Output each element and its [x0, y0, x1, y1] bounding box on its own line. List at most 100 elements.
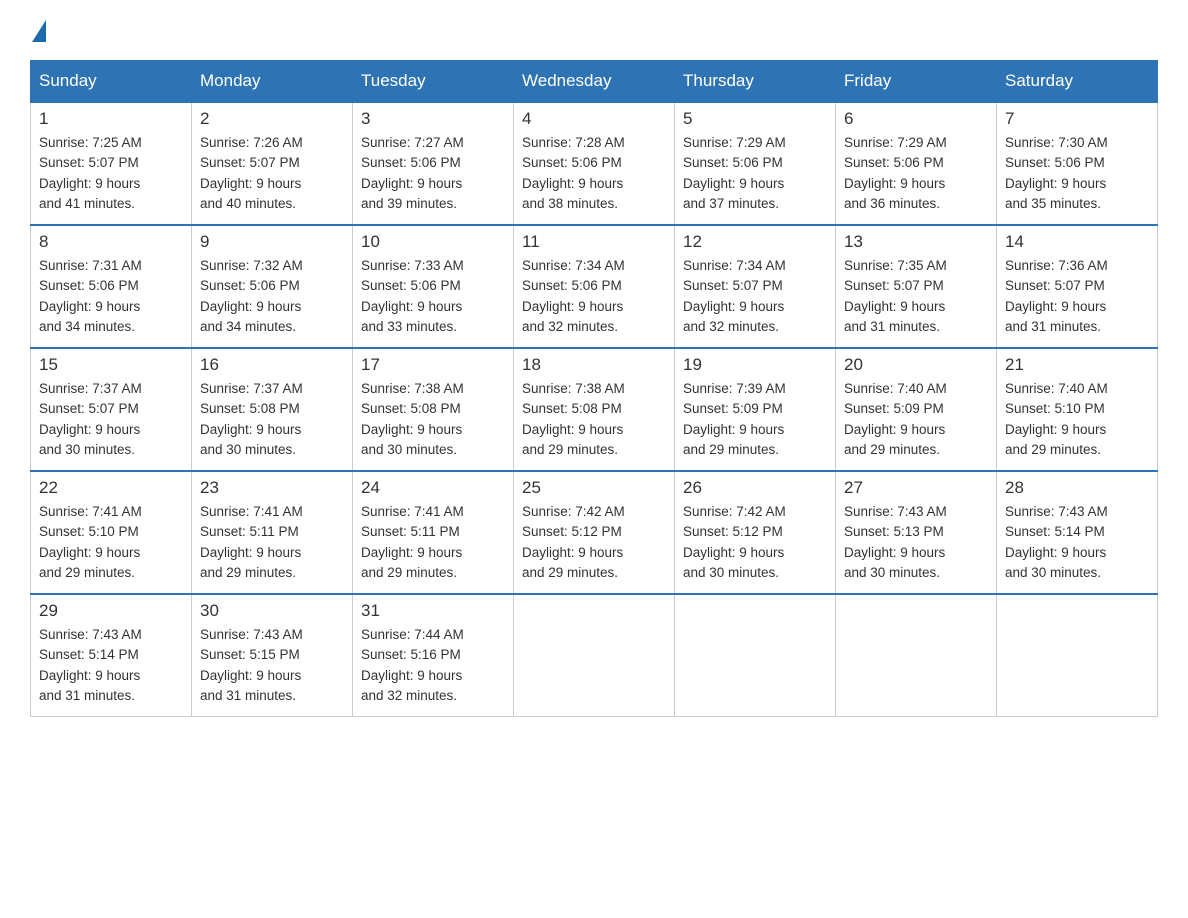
- day-info: Sunrise: 7:30 AM Sunset: 5:06 PM Dayligh…: [1005, 133, 1149, 214]
- day-number: 17: [361, 355, 505, 375]
- calendar-cell: 25 Sunrise: 7:42 AM Sunset: 5:12 PM Dayl…: [514, 471, 675, 594]
- day-info: Sunrise: 7:43 AM Sunset: 5:15 PM Dayligh…: [200, 625, 344, 706]
- day-info: Sunrise: 7:27 AM Sunset: 5:06 PM Dayligh…: [361, 133, 505, 214]
- day-number: 28: [1005, 478, 1149, 498]
- day-info: Sunrise: 7:26 AM Sunset: 5:07 PM Dayligh…: [200, 133, 344, 214]
- calendar-cell: 23 Sunrise: 7:41 AM Sunset: 5:11 PM Dayl…: [192, 471, 353, 594]
- day-number: 19: [683, 355, 827, 375]
- day-of-week-header: Tuesday: [353, 61, 514, 103]
- day-of-week-header: Friday: [836, 61, 997, 103]
- day-number: 13: [844, 232, 988, 252]
- day-number: 29: [39, 601, 183, 621]
- day-number: 15: [39, 355, 183, 375]
- calendar-cell: 21 Sunrise: 7:40 AM Sunset: 5:10 PM Dayl…: [997, 348, 1158, 471]
- day-number: 11: [522, 232, 666, 252]
- calendar-cell: 8 Sunrise: 7:31 AM Sunset: 5:06 PM Dayli…: [31, 225, 192, 348]
- day-number: 14: [1005, 232, 1149, 252]
- calendar-cell: 14 Sunrise: 7:36 AM Sunset: 5:07 PM Dayl…: [997, 225, 1158, 348]
- day-number: 8: [39, 232, 183, 252]
- calendar-cell: 6 Sunrise: 7:29 AM Sunset: 5:06 PM Dayli…: [836, 102, 997, 225]
- day-info: Sunrise: 7:28 AM Sunset: 5:06 PM Dayligh…: [522, 133, 666, 214]
- day-info: Sunrise: 7:25 AM Sunset: 5:07 PM Dayligh…: [39, 133, 183, 214]
- day-info: Sunrise: 7:38 AM Sunset: 5:08 PM Dayligh…: [361, 379, 505, 460]
- day-number: 21: [1005, 355, 1149, 375]
- calendar-week-row: 15 Sunrise: 7:37 AM Sunset: 5:07 PM Dayl…: [31, 348, 1158, 471]
- calendar-cell: 2 Sunrise: 7:26 AM Sunset: 5:07 PM Dayli…: [192, 102, 353, 225]
- day-info: Sunrise: 7:43 AM Sunset: 5:13 PM Dayligh…: [844, 502, 988, 583]
- day-info: Sunrise: 7:38 AM Sunset: 5:08 PM Dayligh…: [522, 379, 666, 460]
- calendar-cell: 4 Sunrise: 7:28 AM Sunset: 5:06 PM Dayli…: [514, 102, 675, 225]
- day-number: 2: [200, 109, 344, 129]
- day-of-week-header: Saturday: [997, 61, 1158, 103]
- calendar-cell: 1 Sunrise: 7:25 AM Sunset: 5:07 PM Dayli…: [31, 102, 192, 225]
- day-number: 9: [200, 232, 344, 252]
- day-info: Sunrise: 7:41 AM Sunset: 5:11 PM Dayligh…: [361, 502, 505, 583]
- day-info: Sunrise: 7:32 AM Sunset: 5:06 PM Dayligh…: [200, 256, 344, 337]
- calendar-week-row: 29 Sunrise: 7:43 AM Sunset: 5:14 PM Dayl…: [31, 594, 1158, 717]
- day-number: 4: [522, 109, 666, 129]
- calendar-cell: 24 Sunrise: 7:41 AM Sunset: 5:11 PM Dayl…: [353, 471, 514, 594]
- day-info: Sunrise: 7:35 AM Sunset: 5:07 PM Dayligh…: [844, 256, 988, 337]
- day-info: Sunrise: 7:40 AM Sunset: 5:10 PM Dayligh…: [1005, 379, 1149, 460]
- day-number: 1: [39, 109, 183, 129]
- day-info: Sunrise: 7:44 AM Sunset: 5:16 PM Dayligh…: [361, 625, 505, 706]
- day-of-week-header: Wednesday: [514, 61, 675, 103]
- day-number: 18: [522, 355, 666, 375]
- calendar-cell: 31 Sunrise: 7:44 AM Sunset: 5:16 PM Dayl…: [353, 594, 514, 717]
- calendar-cell: 3 Sunrise: 7:27 AM Sunset: 5:06 PM Dayli…: [353, 102, 514, 225]
- calendar-cell: 16 Sunrise: 7:37 AM Sunset: 5:08 PM Dayl…: [192, 348, 353, 471]
- day-info: Sunrise: 7:33 AM Sunset: 5:06 PM Dayligh…: [361, 256, 505, 337]
- calendar-cell: 26 Sunrise: 7:42 AM Sunset: 5:12 PM Dayl…: [675, 471, 836, 594]
- calendar-cell: 30 Sunrise: 7:43 AM Sunset: 5:15 PM Dayl…: [192, 594, 353, 717]
- day-info: Sunrise: 7:34 AM Sunset: 5:07 PM Dayligh…: [683, 256, 827, 337]
- day-number: 22: [39, 478, 183, 498]
- day-number: 10: [361, 232, 505, 252]
- calendar-cell: 12 Sunrise: 7:34 AM Sunset: 5:07 PM Dayl…: [675, 225, 836, 348]
- day-info: Sunrise: 7:42 AM Sunset: 5:12 PM Dayligh…: [522, 502, 666, 583]
- day-info: Sunrise: 7:42 AM Sunset: 5:12 PM Dayligh…: [683, 502, 827, 583]
- day-info: Sunrise: 7:34 AM Sunset: 5:06 PM Dayligh…: [522, 256, 666, 337]
- calendar-cell: 7 Sunrise: 7:30 AM Sunset: 5:06 PM Dayli…: [997, 102, 1158, 225]
- day-of-week-header: Sunday: [31, 61, 192, 103]
- day-info: Sunrise: 7:36 AM Sunset: 5:07 PM Dayligh…: [1005, 256, 1149, 337]
- day-number: 6: [844, 109, 988, 129]
- day-info: Sunrise: 7:39 AM Sunset: 5:09 PM Dayligh…: [683, 379, 827, 460]
- calendar-cell: 10 Sunrise: 7:33 AM Sunset: 5:06 PM Dayl…: [353, 225, 514, 348]
- calendar-cell: 15 Sunrise: 7:37 AM Sunset: 5:07 PM Dayl…: [31, 348, 192, 471]
- calendar-cell: 20 Sunrise: 7:40 AM Sunset: 5:09 PM Dayl…: [836, 348, 997, 471]
- calendar-cell: 13 Sunrise: 7:35 AM Sunset: 5:07 PM Dayl…: [836, 225, 997, 348]
- day-number: 12: [683, 232, 827, 252]
- day-info: Sunrise: 7:37 AM Sunset: 5:08 PM Dayligh…: [200, 379, 344, 460]
- calendar-table: SundayMondayTuesdayWednesdayThursdayFrid…: [30, 60, 1158, 717]
- day-of-week-header: Monday: [192, 61, 353, 103]
- day-number: 5: [683, 109, 827, 129]
- day-number: 26: [683, 478, 827, 498]
- calendar-cell: 22 Sunrise: 7:41 AM Sunset: 5:10 PM Dayl…: [31, 471, 192, 594]
- day-number: 23: [200, 478, 344, 498]
- calendar-header: SundayMondayTuesdayWednesdayThursdayFrid…: [31, 61, 1158, 103]
- day-number: 3: [361, 109, 505, 129]
- day-info: Sunrise: 7:41 AM Sunset: 5:11 PM Dayligh…: [200, 502, 344, 583]
- calendar-cell: [514, 594, 675, 717]
- calendar-week-row: 8 Sunrise: 7:31 AM Sunset: 5:06 PM Dayli…: [31, 225, 1158, 348]
- calendar-cell: [675, 594, 836, 717]
- calendar-cell: 29 Sunrise: 7:43 AM Sunset: 5:14 PM Dayl…: [31, 594, 192, 717]
- day-info: Sunrise: 7:41 AM Sunset: 5:10 PM Dayligh…: [39, 502, 183, 583]
- day-info: Sunrise: 7:43 AM Sunset: 5:14 PM Dayligh…: [39, 625, 183, 706]
- calendar-body: 1 Sunrise: 7:25 AM Sunset: 5:07 PM Dayli…: [31, 102, 1158, 717]
- calendar-cell: 18 Sunrise: 7:38 AM Sunset: 5:08 PM Dayl…: [514, 348, 675, 471]
- day-number: 16: [200, 355, 344, 375]
- page-header: [30, 20, 1158, 40]
- day-info: Sunrise: 7:29 AM Sunset: 5:06 PM Dayligh…: [844, 133, 988, 214]
- calendar-cell: 27 Sunrise: 7:43 AM Sunset: 5:13 PM Dayl…: [836, 471, 997, 594]
- calendar-cell: 5 Sunrise: 7:29 AM Sunset: 5:06 PM Dayli…: [675, 102, 836, 225]
- day-number: 25: [522, 478, 666, 498]
- calendar-week-row: 1 Sunrise: 7:25 AM Sunset: 5:07 PM Dayli…: [31, 102, 1158, 225]
- day-info: Sunrise: 7:43 AM Sunset: 5:14 PM Dayligh…: [1005, 502, 1149, 583]
- day-info: Sunrise: 7:29 AM Sunset: 5:06 PM Dayligh…: [683, 133, 827, 214]
- calendar-cell: 19 Sunrise: 7:39 AM Sunset: 5:09 PM Dayl…: [675, 348, 836, 471]
- day-number: 31: [361, 601, 505, 621]
- day-info: Sunrise: 7:40 AM Sunset: 5:09 PM Dayligh…: [844, 379, 988, 460]
- calendar-cell: [997, 594, 1158, 717]
- calendar-cell: 28 Sunrise: 7:43 AM Sunset: 5:14 PM Dayl…: [997, 471, 1158, 594]
